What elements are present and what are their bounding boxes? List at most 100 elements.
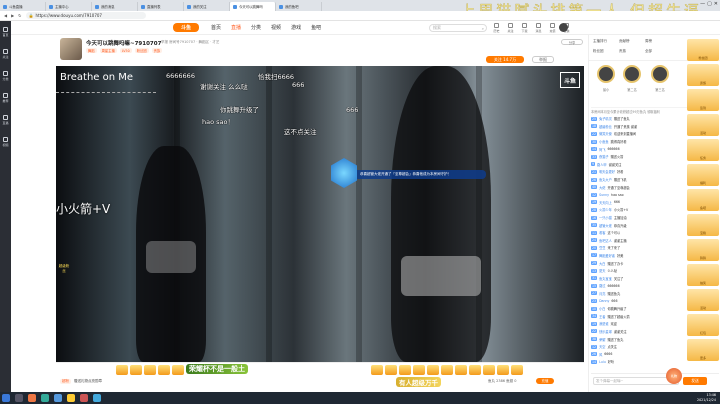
folder-icon[interactable] (67, 394, 75, 402)
anchor-badge[interactable]: LV50 (119, 48, 132, 53)
rank-tab[interactable]: 贡献榜 (619, 39, 630, 44)
share-button[interactable]: 分享 (561, 39, 583, 45)
nav-link-分类[interactable]: 分类 (251, 24, 261, 31)
refresh-icon[interactable]: ↻ (18, 13, 21, 18)
anchor-badge[interactable]: 舞蹈 (86, 48, 97, 53)
chat-nickname[interactable]: 王者 (599, 314, 605, 319)
app-icon[interactable] (80, 394, 88, 402)
maximize-icon[interactable]: ▢ (707, 1, 712, 7)
avatar[interactable] (559, 23, 568, 32)
anchor-badge[interactable]: 粉丝团 (134, 48, 149, 53)
chat-nickname[interactable]: 天空 (599, 344, 605, 349)
chat-nickname[interactable]: 风 (599, 352, 602, 357)
browser-tab[interactable]: 我的鱼吧 (276, 2, 322, 11)
app-icon[interactable] (28, 394, 36, 402)
header-icon-消息[interactable]: 消息 (533, 23, 544, 33)
header-icon-充值[interactable]: 充值 (547, 23, 558, 33)
close-icon[interactable]: ✕ (714, 1, 718, 7)
browser-tab[interactable]: 今天可以跳舞吗 (230, 2, 276, 11)
floating-gift-icon[interactable]: 礼物 (666, 368, 682, 384)
gift-icon[interactable] (469, 365, 481, 375)
anchor-badge[interactable]: 周星主播 (99, 48, 117, 53)
browser-tab[interactable]: 我的关注 (184, 2, 230, 11)
nav-link-首页[interactable]: 首页 (211, 24, 221, 31)
gift-icon[interactable] (385, 365, 397, 375)
chat-nickname[interactable]: 路人甲 (597, 162, 607, 167)
chat-nickname[interactable]: 天天向上 (599, 200, 612, 205)
rank-avatar-1[interactable] (597, 65, 615, 83)
chat-nickname[interactable]: 明天会更好 (599, 169, 615, 174)
gift-icon[interactable] (172, 365, 184, 375)
activity-entry[interactable]: 福利 (687, 164, 719, 186)
header-icon-历史[interactable]: 历史 (491, 23, 502, 33)
back-icon[interactable]: ◀ (4, 13, 7, 18)
gift-icon[interactable] (441, 365, 453, 375)
gift-icon[interactable] (158, 365, 170, 375)
recharge-button[interactable]: 充值 (536, 378, 554, 384)
chat-nickname[interactable]: 一只小猫 (599, 215, 612, 220)
chat-nickname[interactable]: 快乐星球 (599, 329, 612, 334)
gift-icon[interactable] (427, 365, 439, 375)
douyu-logo[interactable]: 斗鱼 (173, 23, 199, 32)
chat-nickname[interactable]: 鱼吧达人 (599, 238, 612, 243)
chat-nickname[interactable]: 阿飞 (599, 147, 605, 152)
activity-entry[interactable]: 更多 (687, 339, 719, 361)
activity-entry[interactable]: 贵族 (687, 64, 719, 86)
activity-entry[interactable]: 鱼吧 (687, 189, 719, 211)
fan-badge-icon[interactable]: 超级粉丝 (58, 264, 70, 278)
header-icon-下载[interactable]: 下载 (519, 23, 530, 33)
report-button[interactable]: 举报 (532, 56, 554, 63)
rank-tab[interactable]: 粉丝团 (593, 49, 604, 54)
activity-entry[interactable]: 猜猜 (687, 239, 719, 261)
chat-nickname[interactable]: 月亮 (599, 291, 605, 296)
gift-banner-secondary[interactable]: 有人超级万千 (396, 377, 441, 387)
rank-tab[interactable]: 全部 (645, 49, 652, 54)
gift-icon[interactable] (511, 365, 523, 375)
gift-icon[interactable] (116, 365, 128, 375)
gift-icon[interactable] (371, 365, 383, 375)
forward-icon[interactable]: ▶ (11, 13, 14, 18)
activity-entry[interactable]: 活动 (687, 114, 719, 136)
chat-nickname[interactable]: 小白 (599, 306, 605, 311)
anchor-badge[interactable]: 贵族 (151, 48, 163, 53)
search-input[interactable]: 搜索 ⌕ (429, 24, 487, 32)
windows-start-icon[interactable] (2, 394, 10, 402)
gift-icon[interactable] (413, 365, 425, 375)
sidebar-item-关注[interactable]: 关注 (0, 43, 11, 65)
nav-link-视频[interactable]: 视频 (271, 24, 281, 31)
browser-tab[interactable]: 直播列表 (138, 2, 184, 11)
browser-tab[interactable]: 主播中心 (46, 2, 92, 11)
video-player[interactable]: Breathe on Me 6666666 恰我扫6666 谢谢关注 么么哒 666 你… (56, 66, 584, 362)
notice-banner[interactable]: 恭喜超管大佬开通了「至尊超会」恭喜他成为本房间守护！ (344, 170, 486, 179)
chat-nickname[interactable]: 豆豆 (599, 245, 605, 250)
sidebar-item-分类[interactable]: 分类 (0, 65, 11, 87)
gift-banner[interactable]: 荣耀杯不是一般土 (186, 364, 248, 374)
gift-icon[interactable] (130, 365, 142, 375)
rank-tab[interactable]: 主播排行 (593, 39, 607, 44)
browser-tab[interactable]: 斗鱼直播 (0, 2, 46, 11)
gift-icon[interactable] (497, 365, 509, 375)
nav-link-鱼吧[interactable]: 鱼吧 (311, 24, 321, 31)
search-icon[interactable] (15, 394, 23, 402)
chat-nickname[interactable]: 火箭少年 (599, 207, 612, 212)
chat-nickname[interactable]: 看客 (599, 230, 605, 235)
rank-avatar-2[interactable] (623, 65, 641, 83)
chat-nickname[interactable]: 微笑天使 (599, 131, 612, 136)
nav-link-游戏[interactable]: 游戏 (291, 24, 301, 31)
chat-nickname[interactable]: 小鱼鱼 (599, 139, 609, 144)
system-clock[interactable]: 13:46 2021/12/24 (697, 393, 716, 402)
activity-entry[interactable]: 宝箱 (687, 214, 719, 236)
chat-nickname[interactable]: Sunny (599, 193, 609, 197)
chat-nickname[interactable]: 鱼丸大户 (599, 177, 612, 182)
sidebar-item-首页[interactable]: 首页 (0, 21, 11, 43)
sidebar-item-视频[interactable]: 视频 (0, 131, 11, 153)
minimize-icon[interactable]: — (700, 1, 705, 7)
chat-nickname[interactable]: 大白 (599, 261, 605, 266)
chat-nickname[interactable]: 荣耀 (599, 337, 605, 342)
chat-nickname[interactable]: 路过 (599, 283, 605, 288)
chat-nickname[interactable]: Lulu (599, 360, 606, 364)
activity-entry[interactable]: 活动 (687, 289, 719, 311)
activity-entry[interactable]: 抽奖 (687, 264, 719, 286)
chat-nickname[interactable]: 我是谁 (599, 321, 609, 326)
chat-nickname[interactable]: 兔子精灵 (599, 116, 612, 121)
